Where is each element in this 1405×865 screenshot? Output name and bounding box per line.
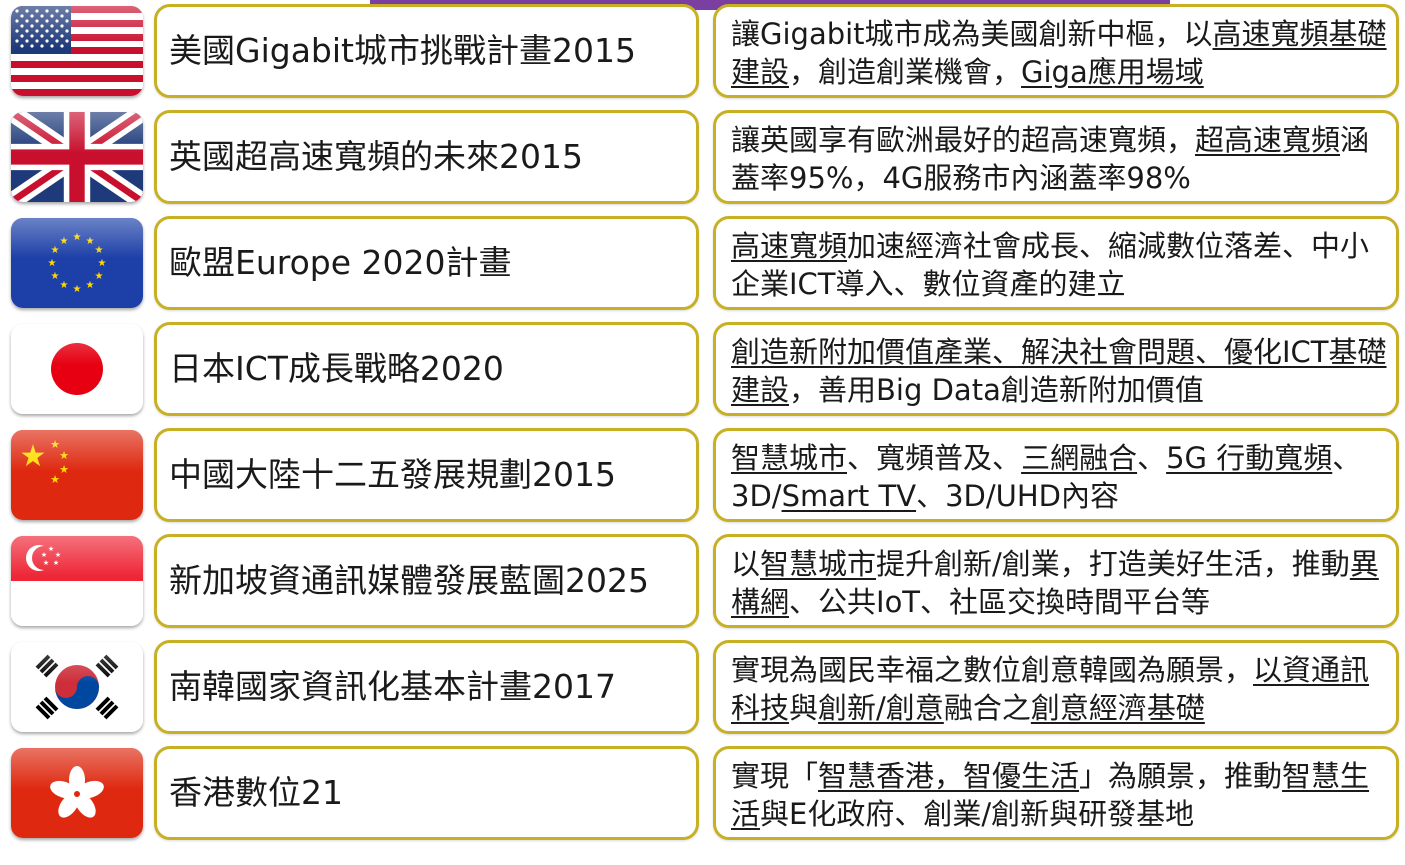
svg-text:★: ★ [51,271,60,282]
plan-description: 高速寬頻加速經濟社會成長、縮減數位落差、中小企業ICT導入、數位資產的建立 [731,227,1388,303]
svg-text:★: ★ [95,271,104,282]
underlined-text-segment: 智慧香港，智優生活 [818,759,1080,793]
text-segment: 實現為國民幸福之數位創意韓國為願景， [731,653,1254,687]
text-segment: 寬頻普及 [876,441,993,475]
svg-text:★: ★ [51,245,60,256]
svg-text:★: ★ [73,284,82,295]
svg-text:★: ★ [41,551,47,559]
text-segment: 以 [731,547,761,581]
text-segment: 讓Gigabit城市成為美國創新中樞，以 [731,17,1213,51]
country-row: ★ ★ ★ ★ ★ 新加坡資通訊媒體發展藍圖2025 以智慧城市提升創新/創業，打造美… [0,530,1405,630]
plan-description: 讓英國享有歐洲最好的超高速寬頻，超高速寬頻涵蓋率95%，4G服務市內涵蓋率98% [731,121,1388,197]
plan-description: 以智慧城市提升創新/創業，打造美好生活，推動異構網、公共IoT、社區交換時間平台… [731,545,1388,621]
text-segment: 與E化政府、創業/創新與研發基地 [760,797,1195,831]
underlined-text-segment: 高速寬頻 [731,229,848,263]
svg-text:★: ★ [86,280,95,291]
svg-text:★: ★ [48,258,57,269]
plan-description: 實現為國民幸福之數位創意韓國為願景，以資通訊科技與創新/創意融合之創意經濟基礎 [731,651,1388,727]
text-segment: 實現「 [731,759,819,793]
text-segment: ，創造創業機會， [789,55,1022,89]
plan-description: 實現「智慧香港，智優生活」為願景，推動智慧生活與E化政府、創業/創新與研發基地 [731,757,1388,833]
plan-name: 香港數位21 [169,773,343,812]
plan-name-box: 歐盟Europe 2020計畫 [154,216,699,310]
korea-flag-icon [11,642,143,732]
underlined-text-segment: 智慧城市 [760,547,877,581]
underlined-text-segment: 三網融合 [1021,441,1138,475]
plan-name: 歐盟Europe 2020計畫 [169,243,512,282]
eu-flag-icon: ★ ★ ★ ★ ★ ★ ★ ★ ★ ★ ★ ★ [11,218,143,308]
plan-description-box: 高速寬頻加速經濟社會成長、縮減數位落差、中小企業ICT導入、數位資產的建立 [713,216,1399,310]
underlined-text-segment: 智慧城市 [731,441,848,475]
text-segment: 」為願景，推動 [1079,759,1283,793]
text-segment: ，善用Big Data創造新附加價值 [789,373,1204,407]
plan-description: 創造新附加價值產業、解決社會問題、優化ICT基礎建設，善用Big Data創造新… [731,333,1388,409]
text-segment: 、 [992,441,1022,475]
plan-name: 英國超高速寬頻的未來2015 [169,137,583,176]
plan-name-box: 英國超高速寬頻的未來2015 [154,110,699,204]
plan-name: 美國Gigabit城市挑戰計畫2015 [169,31,636,70]
svg-text:★: ★ [20,439,47,474]
plan-description-box: 讓Gigabit城市成為美國創新中樞，以高速寬頻基礎建設，創造創業機會，Giga… [713,4,1399,98]
plan-name-box: 香港數位21 [154,746,699,840]
singapore-flag-icon: ★ ★ ★ ★ ★ [11,536,143,626]
text-segment: 讓英國享有歐洲最好的超高速寬頻， [731,123,1196,157]
country-row: 香港數位21 實現「智慧香港，智優生活」為願景，推動智慧生活與E化政府、創業/創… [0,742,1405,842]
svg-text:★: ★ [60,280,69,291]
country-row: 美國Gigabit城市挑戰計畫2015 讓Gigabit城市成為美國創新中樞，以… [0,0,1405,100]
uk-flag-icon [11,112,143,202]
plan-description-box: 讓英國享有歐洲最好的超高速寬頻，超高速寬頻涵蓋率95%，4G服務市內涵蓋率98% [713,110,1399,204]
svg-text:★: ★ [50,473,60,486]
underlined-text-segment: 超高速寬頻 [1195,123,1341,157]
plan-name: 新加坡資通訊媒體發展藍圖2025 [169,561,649,600]
text-segment: 融合之 [943,691,1031,725]
text-segment: 、 [847,441,877,475]
plan-name-box: 日本ICT成長戰略2020 [154,322,699,416]
svg-text:★: ★ [60,236,69,247]
svg-text:★: ★ [53,559,59,567]
underlined-text-segment: Giga應用場域 [1021,55,1204,89]
country-row: ★ ★ ★ ★ ★ ★ ★ ★ ★ ★ ★ ★ 歐盟Europe 2020計畫 高速寬頻加速經濟… [0,212,1405,312]
underlined-text-segment: 5G 行動寬頻 [1166,441,1333,475]
plan-name: 南韓國家資訊化基本計畫2017 [169,667,616,706]
underlined-text-segment: Smart TV [781,479,917,513]
plan-name-box: 中國大陸十二五發展規劃2015 [154,428,699,522]
svg-text:★: ★ [59,463,69,476]
plan-description-box: 實現為國民幸福之數位創意韓國為願景，以資通訊科技與創新/創意融合之創意經濟基礎 [713,640,1399,734]
svg-text:★: ★ [86,236,95,247]
plan-name-box: 南韓國家資訊化基本計畫2017 [154,640,699,734]
text-segment: 、3D/UHD內容 [916,479,1119,513]
country-row: 南韓國家資訊化基本計畫2017 實現為國民幸福之數位創意韓國為願景，以資通訊科技… [0,636,1405,736]
svg-text:★: ★ [73,232,82,243]
text-segment: 與 [789,691,819,725]
china-flag-icon: ★ ★ ★ ★ ★ [11,430,143,520]
plan-description-box: 創造新附加價值產業、解決社會問題、優化ICT基礎建設，善用Big Data創造新… [713,322,1399,416]
country-row: ★ ★ ★ ★ ★ 中國大陸十二五發展規劃2015 智慧城市、寬頻普及、三網融合… [0,424,1405,524]
plan-description: 讓Gigabit城市成為美國創新中樞，以高速寬頻基礎建設，創造創業機會，Giga… [731,15,1388,91]
japan-flag-icon [11,324,143,414]
text-segment: 、 [1137,441,1167,475]
svg-text:★: ★ [48,545,54,553]
underlined-text-segment: 創新/創意 [818,691,944,725]
plan-name-box: 新加坡資通訊媒體發展藍圖2025 [154,534,699,628]
usa-flag-icon [11,6,143,96]
plan-description-box: 實現「智慧香港，智優生活」為願景，推動智慧生活與E化政府、創業/創新與研發基地 [713,746,1399,840]
text-segment: 提升創新/創業，打造美好生活，推動 [876,547,1350,581]
plan-description-box: 智慧城市、寬頻普及、三網融合、5G 行動寬頻、3D/Smart TV、3D/UH… [713,428,1399,522]
svg-text:★: ★ [59,449,69,462]
plan-description-box: 以智慧城市提升創新/創業，打造美好生活，推動異構網、公共IoT、社區交換時間平台… [713,534,1399,628]
country-row: 日本ICT成長戰略2020 創造新附加價值產業、解決社會問題、優化ICT基礎建設… [0,318,1405,418]
plan-name: 日本ICT成長戰略2020 [169,349,504,388]
plan-name-box: 美國Gigabit城市挑戰計畫2015 [154,4,699,98]
text-segment: 、公共IoT、社區交換時間平台等 [789,585,1211,619]
plan-name: 中國大陸十二五發展規劃2015 [169,455,616,494]
svg-text:★: ★ [55,551,61,559]
svg-text:★: ★ [95,245,104,256]
country-row: 英國超高速寬頻的未來2015 讓英國享有歐洲最好的超高速寬頻，超高速寬頻涵蓋率9… [0,106,1405,206]
svg-text:★: ★ [98,258,107,269]
hongkong-flag-icon [11,748,143,838]
svg-text:★: ★ [43,559,49,567]
plan-description: 智慧城市、寬頻普及、三網融合、5G 行動寬頻、3D/Smart TV、3D/UH… [731,439,1388,515]
underlined-text-segment: 創意經濟基礎 [1030,691,1205,725]
